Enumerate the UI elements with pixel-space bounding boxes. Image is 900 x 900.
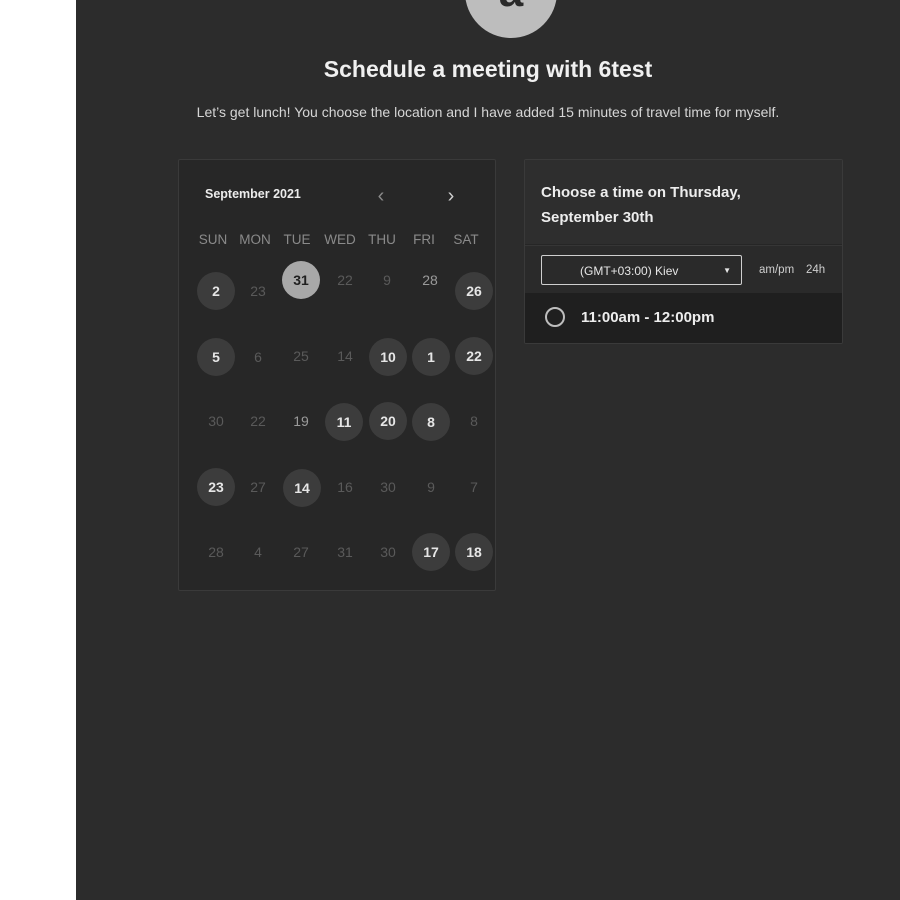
calendar-day: 7: [470, 479, 478, 495]
calendar-day[interactable]: 18: [455, 533, 493, 571]
calendar-day[interactable]: 11: [325, 403, 363, 441]
calendar-day: 23: [250, 283, 266, 299]
weekday-fri: FRI: [413, 232, 435, 247]
calendar-day[interactable]: 26: [455, 272, 493, 310]
calendar-weekday-header: SUN MON TUE WED THU FRI SAT: [191, 232, 499, 252]
calendar-day: 30: [380, 479, 396, 495]
page-title: Schedule a meeting with 6test: [323, 56, 653, 82]
chevron-right-icon[interactable]: ›: [437, 182, 465, 210]
calendar-month-label: September 2021: [205, 187, 301, 201]
caret-down-icon: ▼: [723, 266, 731, 275]
calendar-day[interactable]: 17: [412, 533, 450, 571]
time-slot[interactable]: 11:00am - 12:00pm: [525, 293, 842, 343]
calendar-day: 16: [337, 479, 353, 495]
calendar-day: 6: [254, 349, 262, 365]
calendar-day: 14: [337, 348, 353, 364]
format-24h-toggle[interactable]: 24h: [806, 255, 825, 285]
page-subtitle: Let’s get lunch! You choose the location…: [196, 104, 780, 120]
weekday-tue: TUE: [283, 232, 311, 247]
calendar-day: 25: [293, 348, 309, 364]
calendar-day: 19: [293, 413, 309, 429]
calendar-day[interactable]: 14: [283, 469, 321, 507]
calendar-day: 9: [383, 272, 391, 288]
calendar-day[interactable]: 5: [197, 338, 235, 376]
time-picker: Choose a time on Thursday, September 30t…: [524, 159, 843, 344]
calendar-day[interactable]: 22: [455, 337, 493, 375]
calendar-day: 30: [380, 544, 396, 560]
calendar-day: 30: [208, 413, 224, 429]
calendar-day: 28: [208, 544, 224, 560]
calendar: September 2021 ‹ › SUN MON TUE WED THU F…: [178, 159, 496, 591]
calendar-day: 4: [254, 544, 262, 560]
weekday-thu: THU: [368, 232, 396, 247]
calendar-day: 28: [422, 272, 438, 288]
weekday-sun: SUN: [198, 232, 228, 247]
calendar-day: 22: [250, 413, 266, 429]
time-slot-label: 11:00am - 12:00pm: [581, 309, 715, 326]
weekday-mon: MON: [239, 232, 271, 247]
radio-icon[interactable]: [545, 307, 565, 327]
timezone-select[interactable]: (GMT+03:00) Kiev ▼: [541, 255, 742, 285]
calendar-day: 31: [337, 544, 353, 560]
calendar-day: 27: [250, 479, 266, 495]
calendar-day[interactable]: 1: [412, 338, 450, 376]
format-ampm-toggle[interactable]: am/pm: [759, 255, 794, 285]
calendar-day[interactable]: 10: [369, 338, 407, 376]
calendar-day[interactable]: 20: [369, 402, 407, 440]
calendar-day: 27: [293, 544, 309, 560]
time-picker-header: Choose a time on Thursday, September 30t…: [525, 160, 842, 244]
calendar-day: 22: [337, 272, 353, 288]
timezone-row: (GMT+03:00) Kiev ▼ am/pm 24h: [525, 245, 842, 294]
timezone-value: (GMT+03:00) Kiev: [580, 264, 679, 278]
calendar-day[interactable]: 8: [412, 403, 450, 441]
calendar-day: 8: [470, 413, 478, 429]
weekday-wed: WED: [324, 232, 356, 247]
chevron-left-icon[interactable]: ‹: [367, 182, 395, 210]
calendar-day[interactable]: 31: [282, 261, 320, 299]
calendar-day: 9: [427, 479, 435, 495]
time-picker-heading: Choose a time on Thursday, September 30t…: [541, 184, 741, 226]
weekday-sat: SAT: [453, 232, 479, 247]
calendar-day[interactable]: 23: [197, 468, 235, 506]
calendar-day[interactable]: 2: [197, 272, 235, 310]
